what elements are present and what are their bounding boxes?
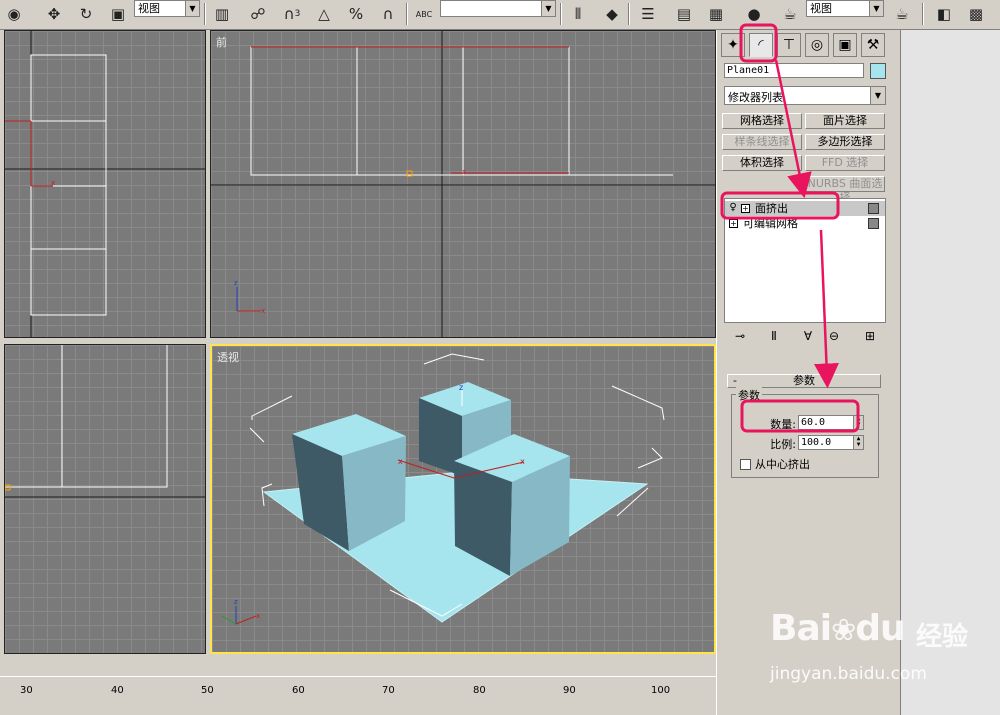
percent-snap-icon[interactable]: % xyxy=(344,2,368,26)
utilities-tab-icon[interactable]: ⚒ xyxy=(861,33,885,57)
modifier-stack[interactable]: ♀ + 面挤出 + 可编辑网格 xyxy=(724,198,886,323)
svg-text:x: x xyxy=(398,457,403,466)
schematic-icon[interactable]: ▦ xyxy=(704,2,728,26)
snap-3-icon[interactable]: ∩ 3 xyxy=(280,2,304,26)
ruler-tick: 100 xyxy=(651,685,671,696)
main-toolbar: ◉ ✥ ↻ ▣ 视图 ▼ ▥ ☍ ∩ 3 △ % ∩ ABC ▼ ⫴ ◆ ☰ ▤ ▦… xyxy=(0,0,1000,30)
reference-coord-dropdown[interactable]: 视图 ▼ xyxy=(134,0,200,17)
remove-modifier-icon[interactable]: ⊖ xyxy=(824,326,844,346)
scale-label: 比例: xyxy=(770,438,796,451)
stack-item-checkbox[interactable] xyxy=(868,203,879,214)
parameters-group: 参数 数量: 60.0 ▲ ▼ 比例: 100.0 ▲ ▼ 从中心挤出 xyxy=(731,387,880,478)
stack-toolbar: ⊸ Ⅱ ∀ ⊖ ⊞ xyxy=(724,326,886,348)
svg-text:x: x xyxy=(462,168,466,176)
nurbs-surface-select-button[interactable]: NURBS 曲面选择 xyxy=(805,176,885,204)
object-name-field[interactable]: Plane01 xyxy=(724,63,864,78)
svg-text:z: z xyxy=(459,383,463,392)
align-icon[interactable]: ◆ xyxy=(600,2,624,26)
box-object-icon[interactable]: ◧ xyxy=(932,2,956,26)
amount-label: 数量: xyxy=(770,418,796,431)
display-tab-icon[interactable]: ▣ xyxy=(833,33,857,57)
material-editor-icon[interactable]: ● xyxy=(742,2,766,26)
object-color-swatch[interactable] xyxy=(870,63,886,79)
create-tab-icon[interactable]: ✦ xyxy=(721,33,745,57)
patch-select-button[interactable]: 面片选择 xyxy=(805,113,885,129)
configure-modifier-sets-icon[interactable]: ⊞ xyxy=(860,326,880,346)
curve-editor-icon[interactable]: ▤ xyxy=(672,2,696,26)
scale-icon[interactable]: ▣ xyxy=(106,2,130,26)
svg-text:x: x xyxy=(256,612,260,620)
front-view-geometry: x z x xyxy=(211,31,715,337)
modify-tab-icon[interactable]: ◜ xyxy=(749,33,773,57)
named-selection-dropdown[interactable]: ▼ xyxy=(440,0,556,17)
svg-text:x: x xyxy=(520,457,525,466)
pivot-icon[interactable]: ▥ xyxy=(210,2,234,26)
ruler-tick: 50 xyxy=(201,685,214,696)
command-panel-tabs: ✦ ◜ ⊤ ◎ ▣ ⚒ xyxy=(719,32,899,58)
stack-item-face-extrude[interactable]: ♀ + 面挤出 xyxy=(725,201,885,216)
ruler-tick: 70 xyxy=(382,685,395,696)
checkbox-icon[interactable] xyxy=(740,459,751,470)
viewport-left[interactable] xyxy=(4,344,206,654)
mirror-icon[interactable]: ⫴ xyxy=(566,2,590,26)
amount-row: 数量: 60.0 ▲ ▼ xyxy=(732,415,880,431)
building-icon[interactable]: ▩ xyxy=(964,2,988,26)
expand-icon[interactable]: + xyxy=(741,204,750,213)
pin-stack-icon[interactable]: ⊸ xyxy=(730,326,750,346)
svg-text:x: x xyxy=(51,179,55,187)
spline-select-button[interactable]: 样条线选择 xyxy=(722,134,802,150)
paw-icon: ❀ xyxy=(831,613,856,648)
volume-select-button[interactable]: 体积选择 xyxy=(722,155,802,171)
ruler-tick: 60 xyxy=(292,685,305,696)
layer-icon[interactable]: ☰ xyxy=(636,2,660,26)
viewport-perspective[interactable]: 透视 x x z z x xyxy=(210,344,716,654)
scale-spinner[interactable]: 100.0 ▲ ▼ xyxy=(798,435,864,450)
spinner-arrows-icon[interactable]: ▲ ▼ xyxy=(853,436,863,449)
hierarchy-tab-icon[interactable]: ⊤ xyxy=(777,33,801,57)
quick-render-icon[interactable]: ☕ xyxy=(890,2,914,26)
viewport-top[interactable]: x xyxy=(4,30,206,338)
show-end-result-icon[interactable]: Ⅱ xyxy=(764,326,784,346)
modifier-list-dropdown[interactable]: 修改器列表 ▼ xyxy=(724,86,886,105)
select-manipulate-icon[interactable]: ☍ xyxy=(246,2,270,26)
svg-text:x: x xyxy=(261,307,265,315)
ruler-tick: 40 xyxy=(111,685,124,696)
amount-spinner[interactable]: 60.0 ▲ ▼ xyxy=(798,415,864,430)
from-center-checkbox[interactable]: 从中心挤出 xyxy=(740,456,810,472)
ffd-select-button[interactable]: FFD 选择 xyxy=(805,155,885,171)
rotate-icon[interactable]: ↻ xyxy=(74,2,98,26)
spinner-snap-icon[interactable]: ∩ xyxy=(376,2,400,26)
lightbulb-icon[interactable]: ♀ xyxy=(727,202,739,214)
expand-icon[interactable]: + xyxy=(729,219,738,228)
make-unique-icon[interactable]: ∀ xyxy=(798,326,818,346)
spinner-arrows-icon[interactable]: ▲ ▼ xyxy=(853,416,863,429)
ruler-tick: 90 xyxy=(563,685,576,696)
poly-select-button[interactable]: 多边形选择 xyxy=(805,134,885,150)
parameters-rollout-header[interactable]: - 参数 xyxy=(727,374,881,388)
baidu-logo: Bai❀du xyxy=(770,608,906,649)
svg-text:z: z xyxy=(234,598,238,606)
viewport-front[interactable]: 前 x z x xyxy=(210,30,716,338)
baidu-watermark: Bai❀du 经验 jingyan.baidu.com xyxy=(770,608,969,684)
move-icon[interactable]: ✥ xyxy=(42,2,66,26)
top-view-geometry: x xyxy=(5,31,205,337)
render-type-dropdown[interactable]: 视图 ▼ xyxy=(806,0,884,17)
render-setup-icon[interactable]: ☕ xyxy=(778,2,802,26)
edit-named-selection-icon[interactable]: ABC xyxy=(412,2,436,26)
viewport-area: x 前 x z x 透视 x x z z x xyxy=(0,30,716,658)
left-view-geometry xyxy=(5,345,205,498)
angle-snap-icon[interactable]: △ xyxy=(312,2,336,26)
mesh-select-button[interactable]: 网格选择 xyxy=(722,113,802,129)
svg-text:z: z xyxy=(234,279,238,287)
ruler-tick: 30 xyxy=(20,685,33,696)
stack-item-checkbox[interactable] xyxy=(868,218,879,229)
perspective-view-geometry: x x z z x xyxy=(221,353,665,625)
timeline-ruler[interactable]: 30 40 50 60 70 80 90 100 xyxy=(0,676,716,715)
scale-row: 比例: 100.0 ▲ ▼ xyxy=(732,435,880,451)
ruler-tick: 80 xyxy=(473,685,486,696)
motion-tab-icon[interactable]: ◎ xyxy=(805,33,829,57)
stack-item-editable-mesh[interactable]: + 可编辑网格 xyxy=(725,216,885,231)
select-object-icon[interactable]: ◉ xyxy=(2,2,26,26)
